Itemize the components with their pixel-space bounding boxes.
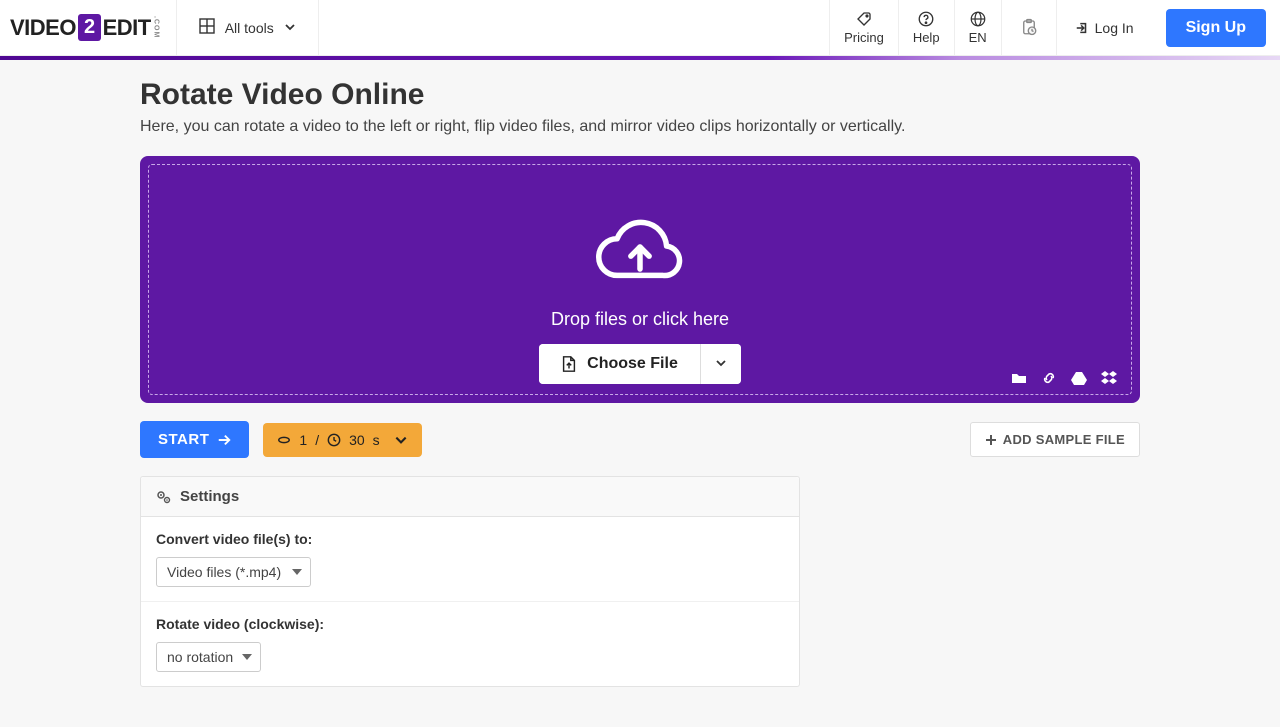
plus-icon [985,434,997,446]
add-sample-file-button[interactable]: ADD SAMPLE FILE [970,422,1140,457]
settings-title: Settings [180,488,239,505]
choose-file-button[interactable]: Choose File [539,344,700,384]
grid-icon [199,18,215,37]
signup-wrapper: Sign Up [1152,0,1280,55]
setting-convert-group: Convert video file(s) to: Video files (*… [141,517,799,602]
chevron-down-icon [284,20,296,36]
google-drive-icon[interactable] [1071,370,1087,386]
gears-icon [156,489,172,505]
setting-rotate-group: Rotate video (clockwise): no rotation [141,602,799,686]
clipboard-clock-icon [1020,18,1038,36]
page-subtitle: Here, you can rotate a video to the left… [140,118,1140,136]
nav-language-label: EN [969,30,987,45]
globe-icon [969,10,987,28]
rotate-label: Rotate video (clockwise): [156,616,784,632]
clock-icon [327,433,341,447]
logo-dotcom: .COM [153,16,160,38]
convert-format-select[interactable]: Video files (*.mp4) [156,557,311,587]
arrow-right-icon [217,433,231,447]
all-tools-menu[interactable]: All tools [177,0,319,55]
link-icon[interactable] [1041,370,1057,386]
dropzone-label: Drop files or click here [169,309,1111,330]
logo-badge-2: 2 [78,14,101,41]
dropbox-icon[interactable] [1101,370,1117,386]
choose-file-label: Choose File [587,355,678,373]
login-label: Log In [1095,20,1134,36]
dropzone-container: Drop files or click here Choose File [140,156,1140,403]
nav-pricing[interactable]: Pricing [829,0,898,55]
nav-pricing-label: Pricing [844,30,884,45]
nav-history[interactable] [1001,0,1056,55]
signup-button[interactable]: Sign Up [1166,9,1266,47]
convert-label: Convert video file(s) to: [156,531,784,547]
top-navigation: VIDEO 2 EDIT .COM All tools Pricing Help… [0,0,1280,56]
nav-language[interactable]: EN [954,0,1001,55]
choose-file-dropdown[interactable] [700,344,741,384]
time-unit: s [373,432,380,448]
tag-icon [855,10,873,28]
logo[interactable]: VIDEO 2 EDIT .COM [0,0,177,55]
start-label: START [158,431,209,448]
start-button[interactable]: START [140,421,249,458]
settings-header: Settings [141,477,799,517]
help-icon [917,10,935,28]
logo-text-video: VIDEO [10,15,76,41]
actions-row: START 1 / 30 s ADD SAMPLE FILE [140,421,1140,458]
chevron-down-icon [394,433,408,447]
nav-help[interactable]: Help [898,0,954,55]
cloud-upload-icon [169,215,1111,293]
file-count: 1 [299,432,307,448]
nav-help-label: Help [913,30,940,45]
dropzone-source-icons [1011,370,1117,386]
logo-text-edit: EDIT [103,15,151,41]
login-button[interactable]: Log In [1056,0,1152,55]
file-icon [561,355,577,373]
rotate-select[interactable]: no rotation [156,642,261,672]
add-sample-label: ADD SAMPLE FILE [1003,432,1125,447]
settings-panel: Settings Convert video file(s) to: Video… [140,476,800,687]
file-count-sep: / [315,432,319,448]
page-title: Rotate Video Online [140,78,1140,112]
time-limit: 30 [349,432,365,448]
folder-icon[interactable] [1011,370,1027,386]
dropzone[interactable]: Drop files or click here Choose File [148,164,1132,395]
chevron-down-icon [715,357,727,369]
file-limits-button[interactable]: 1 / 30 s [263,423,421,457]
stack-icon [277,433,291,447]
login-icon [1075,21,1089,35]
choose-file-group: Choose File [539,344,741,384]
all-tools-label: All tools [225,20,274,36]
